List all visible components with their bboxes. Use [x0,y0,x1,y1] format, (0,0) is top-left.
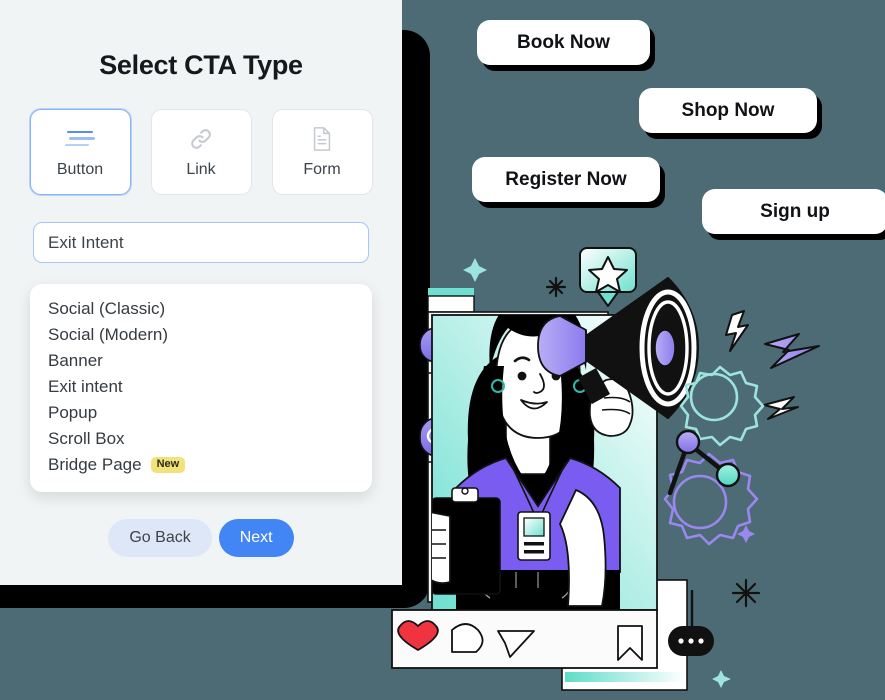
marketing-illustration [380,240,885,700]
dropdown-option-label: Social (Modern) [48,325,168,344]
cta-preview-label: Book Now [517,31,610,53]
lines-icon [65,126,95,152]
dropdown-option-label: Bridge Page [48,455,142,474]
cta-type-card-label: Button [56,160,104,178]
cta-preview-label: Sign up [760,200,830,222]
select-cta-type-panel: Select CTA Type Button Link Form Exit In… [0,0,402,585]
dropdown-option-exit-intent[interactable]: Exit intent [30,374,372,400]
dropdown-option-label: Exit intent [48,377,123,396]
link-icon [186,126,216,152]
cta-type-select-value: Exit Intent [48,232,124,252]
cta-type-card-label: Form [303,160,341,178]
cta-preview-shop-now[interactable]: Shop Now [639,88,817,133]
dropdown-option-label: Banner [48,351,103,370]
panel-action-bar: Go Back Next [0,519,402,557]
dropdown-option-bridge-page[interactable]: Bridge Page New [30,452,372,478]
cta-preview-label: Register Now [505,168,627,190]
dropdown-option-social-modern[interactable]: Social (Modern) [30,322,372,348]
cta-type-card-link[interactable]: Link [150,109,252,195]
cta-type-dropdown-list: Social (Classic) Social (Modern) Banner … [30,284,372,492]
dropdown-option-label: Scroll Box [48,429,125,448]
cta-preview-register-now[interactable]: Register Now [472,157,660,202]
cta-type-select-input[interactable]: Exit Intent [33,222,369,263]
dropdown-option-banner[interactable]: Banner [30,348,372,374]
dropdown-option-social-classic[interactable]: Social (Classic) [30,296,372,322]
next-button[interactable]: Next [218,519,294,557]
dropdown-option-label: Social (Classic) [48,299,166,318]
go-back-button[interactable]: Go Back [108,519,212,557]
cta-type-card-group: Button Link Form [0,109,402,195]
cta-type-card-label: Link [186,160,216,178]
screen: Book Now Shop Now Register Now Sign up S… [0,0,885,700]
cta-preview-book-now[interactable]: Book Now [477,20,650,65]
dropdown-option-label: Popup [48,403,98,422]
cta-preview-label: Shop Now [681,99,775,121]
dropdown-option-popup[interactable]: Popup [30,400,372,426]
cta-type-card-form[interactable]: Form [271,109,373,195]
cta-preview-sign-up[interactable]: Sign up [702,189,885,234]
document-icon [307,126,337,152]
dropdown-option-scroll-box[interactable]: Scroll Box [30,426,372,452]
status-badge-new: New [150,457,186,473]
cta-type-card-button[interactable]: Button [29,109,131,195]
page-title: Select CTA Type [99,50,303,80]
